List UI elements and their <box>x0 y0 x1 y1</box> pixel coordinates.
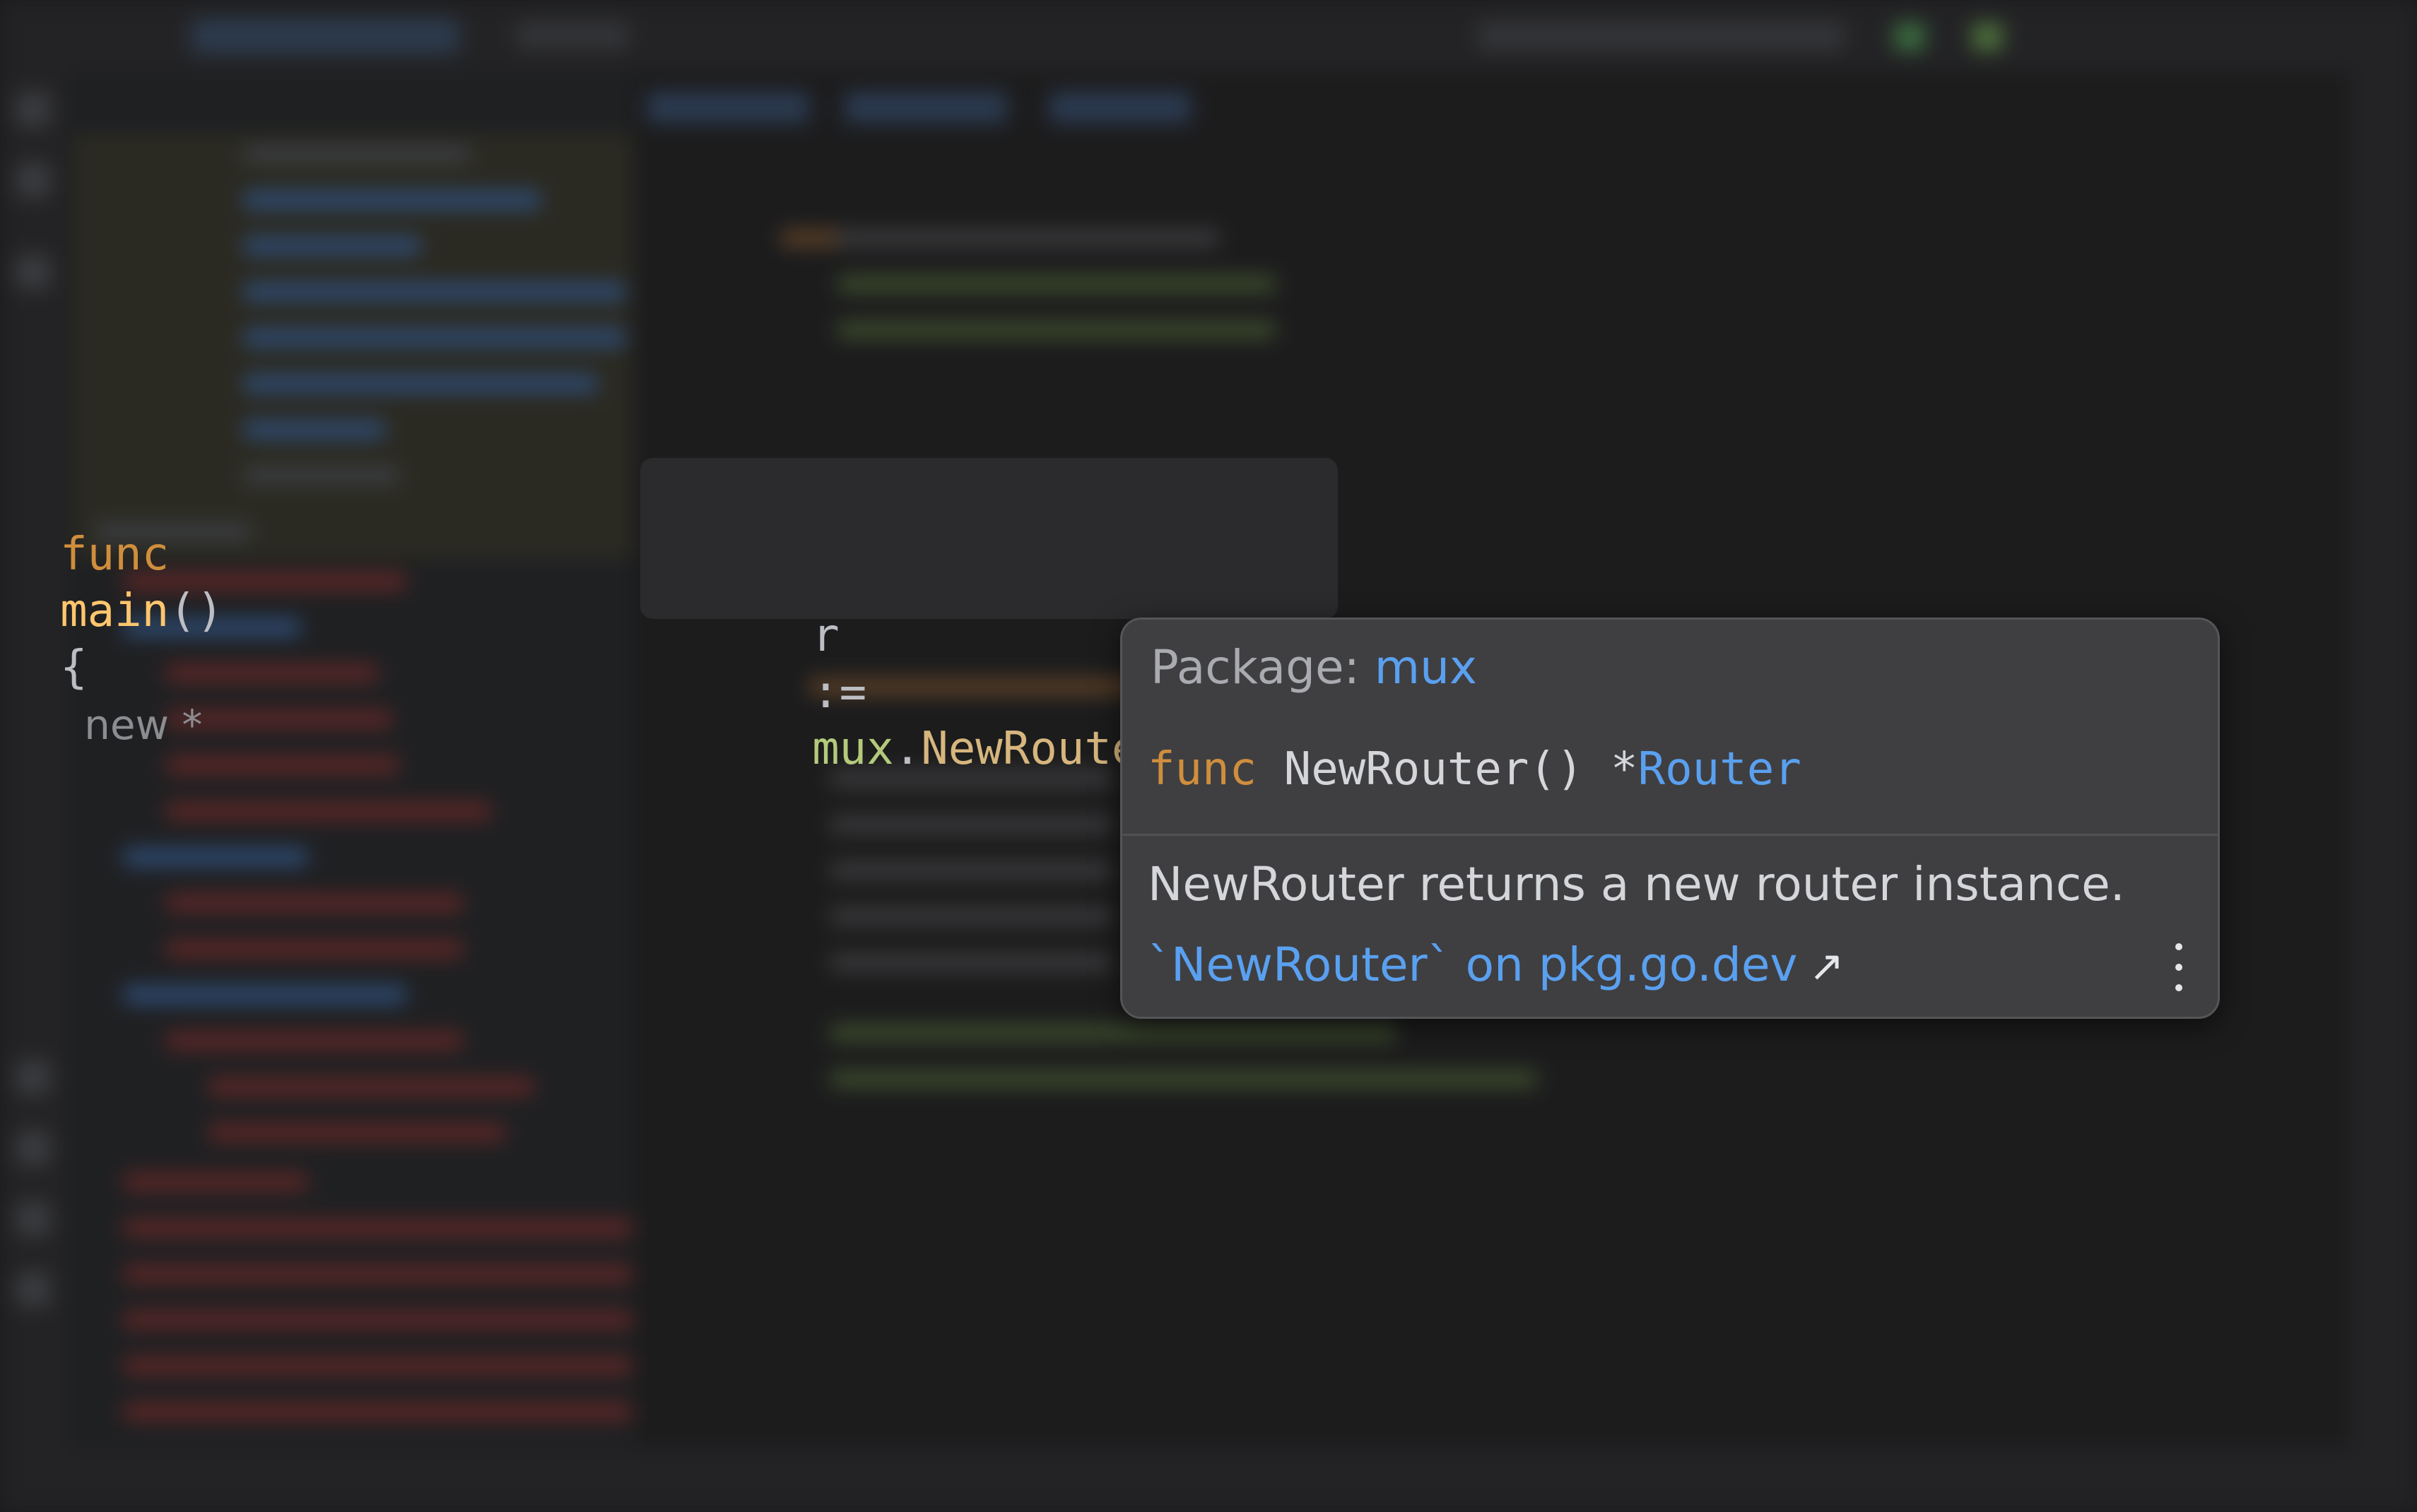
git-tool-icon[interactable] <box>16 1272 51 1307</box>
debug-button[interactable] <box>1972 23 2003 51</box>
doc-description: NewRouter returns a new router instance. <box>1148 857 2125 911</box>
run-button[interactable] <box>1894 23 1925 51</box>
left-tool-strip <box>0 71 67 1448</box>
problems-tool-icon[interactable] <box>16 1201 51 1236</box>
editor-tab[interactable] <box>1049 92 1191 123</box>
tree-row[interactable] <box>124 1219 633 1237</box>
variable-r[interactable]: r <box>812 610 840 662</box>
terminal-tool-icon[interactable] <box>16 1130 51 1166</box>
dot: . <box>893 723 922 775</box>
inlay-hint: new * <box>84 701 203 749</box>
right-tool-strip <box>2350 71 2417 1448</box>
open-brace: { <box>60 642 88 694</box>
tree-row[interactable] <box>244 191 541 209</box>
code-line <box>830 816 1113 833</box>
tree-row[interactable] <box>166 802 491 820</box>
tree-row[interactable] <box>124 1402 633 1421</box>
run-configuration-selector[interactable] <box>1477 21 1845 51</box>
tree-row[interactable] <box>166 940 463 958</box>
status-bar <box>0 1448 2417 1512</box>
code-line-main-decl: func main() { new * <box>6 470 223 753</box>
services-tool-icon[interactable] <box>16 1060 51 1095</box>
tree-row[interactable] <box>124 1265 633 1283</box>
parens: () <box>169 585 224 637</box>
code-line <box>837 230 1219 247</box>
code-line <box>837 321 1276 338</box>
commit-tool-icon[interactable] <box>16 163 51 198</box>
project-panel <box>67 71 633 1448</box>
tree-row[interactable] <box>208 1077 534 1096</box>
return-type-link[interactable]: Router <box>1638 743 1801 796</box>
package-link[interactable]: mux <box>1375 640 1477 695</box>
tree-row[interactable] <box>124 1311 633 1329</box>
tree-row[interactable] <box>166 894 463 912</box>
branch-selector[interactable] <box>516 21 629 49</box>
code-line <box>830 1070 1537 1087</box>
tree-row[interactable] <box>244 237 421 255</box>
tree-row[interactable] <box>166 756 399 774</box>
tree-row[interactable] <box>244 466 399 485</box>
project-selector[interactable] <box>191 18 459 54</box>
editor-tab[interactable] <box>845 92 1007 123</box>
package-ref[interactable]: mux <box>812 723 894 775</box>
package-line: Package: mux <box>1151 639 1477 696</box>
code-line <box>830 954 1113 971</box>
func-keyword: func <box>60 528 170 581</box>
tree-row[interactable] <box>124 1173 307 1191</box>
signature-name: NewRouter() * <box>1283 743 1638 796</box>
package-label: Package: <box>1151 640 1360 695</box>
code-line <box>837 276 1276 293</box>
function-name[interactable]: main <box>60 585 169 637</box>
quick-documentation-popup: Package: mux func NewRouter() *Router Ne… <box>1120 618 2220 1019</box>
tree-row[interactable] <box>244 329 625 347</box>
tree-row[interactable] <box>124 1357 633 1375</box>
doc-header: Package: mux func NewRouter() *Router <box>1122 620 2218 836</box>
structure-tool-icon[interactable] <box>16 254 51 290</box>
doc-body: NewRouter returns a new router instance.… <box>1148 853 2165 998</box>
tree-row[interactable] <box>208 1123 505 1142</box>
pkg-go-dev-link-text: `NewRouter` on pkg.go.dev <box>1148 938 1798 992</box>
external-link-icon: ↗ <box>1809 942 1845 991</box>
tree-row[interactable] <box>244 283 625 301</box>
editor-tab[interactable] <box>647 92 809 123</box>
tree-row[interactable] <box>124 986 406 1004</box>
title-bar <box>0 0 2417 71</box>
signature-keyword: func <box>1148 743 1257 796</box>
project-tool-icon[interactable] <box>16 92 51 127</box>
code-line <box>830 908 1113 925</box>
function-signature: func NewRouter() *Router <box>1148 741 1801 798</box>
tree-row[interactable] <box>244 420 385 439</box>
tree-row[interactable] <box>244 374 597 393</box>
code-line <box>830 1024 1396 1041</box>
tree-row[interactable] <box>244 145 470 163</box>
assign-operator: := <box>812 666 867 719</box>
tree-row[interactable] <box>124 848 307 866</box>
more-vertical-icon[interactable] <box>2168 939 2189 996</box>
tree-row[interactable] <box>166 1032 463 1050</box>
pkg-go-dev-link[interactable]: `NewRouter` on pkg.go.dev ↗ <box>1148 933 1845 998</box>
code-line <box>830 862 1113 879</box>
